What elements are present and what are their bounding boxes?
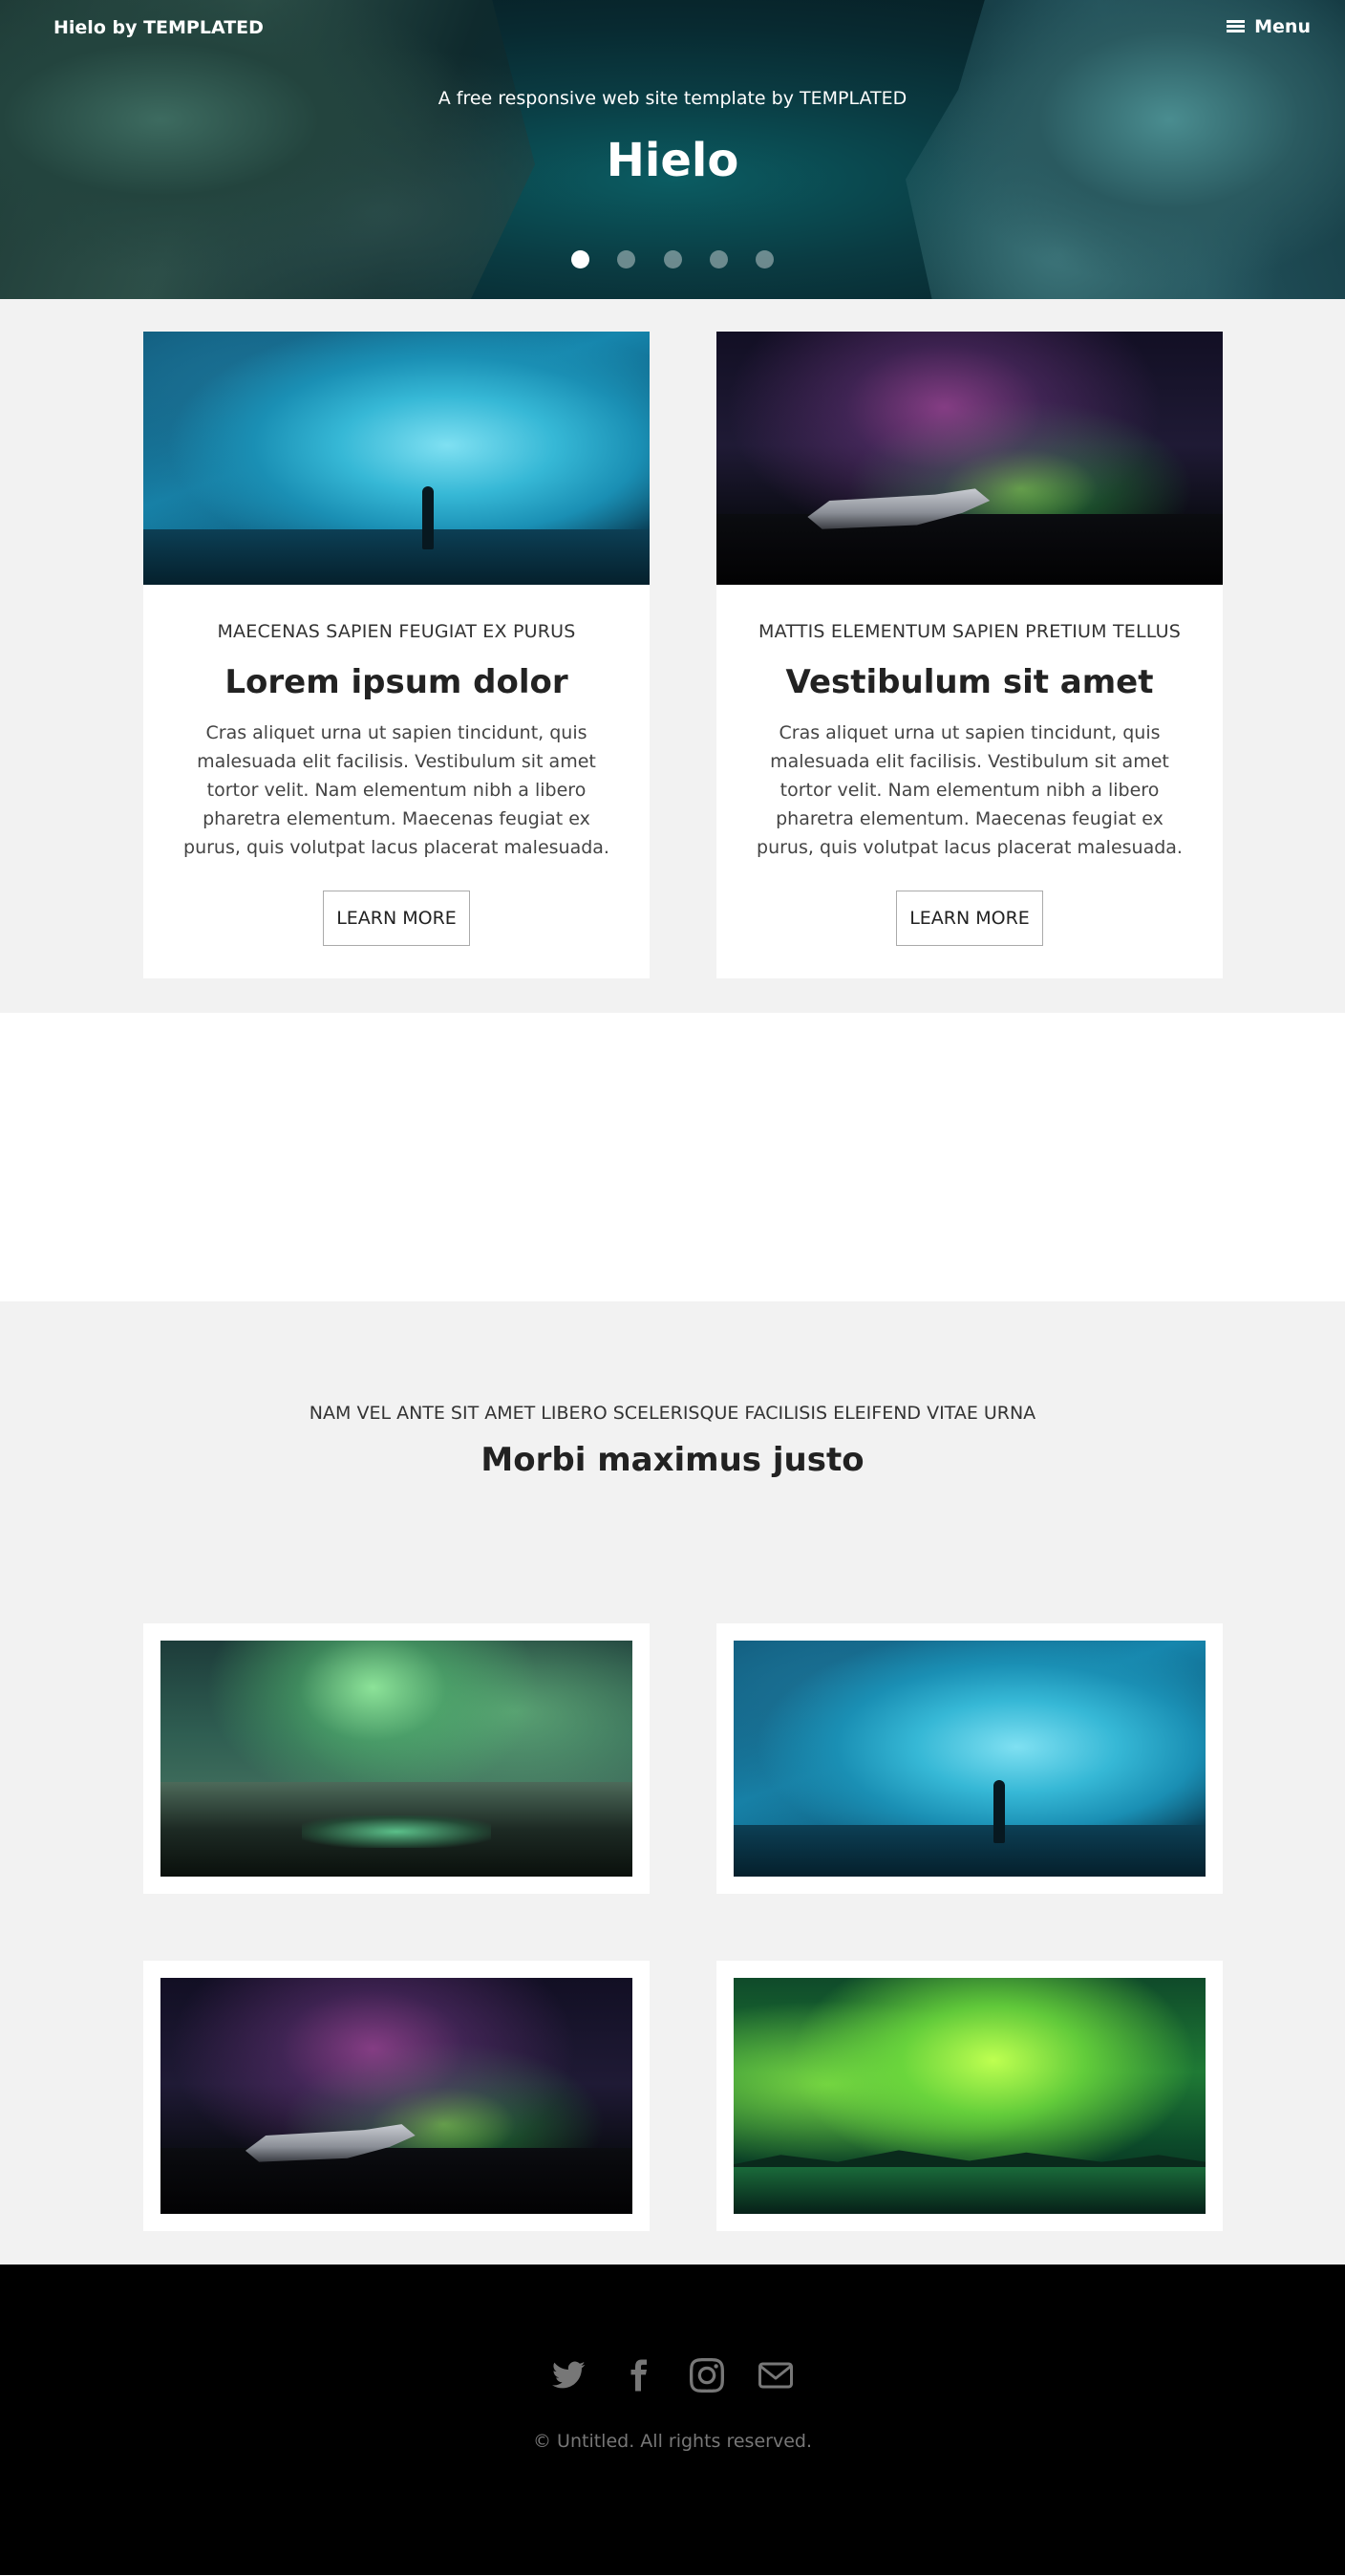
feature-text: Cras aliquet urna ut sapien tincidunt, q… <box>757 722 1183 858</box>
feature-text: Cras aliquet urna ut sapien tincidunt, q… <box>183 722 609 858</box>
plane-wreck-aurora-image <box>160 1978 632 2214</box>
feature-title: Vestibulum sit amet <box>785 663 1154 701</box>
facebook-icon[interactable] <box>619 2356 657 2394</box>
envelope-icon[interactable] <box>757 2356 795 2394</box>
plane-wreck-aurora-image <box>716 332 1223 585</box>
instagram-icon[interactable] <box>688 2356 726 2394</box>
footer: © Untitled. All rights reserved. <box>0 2265 1345 2575</box>
gallery-tile[interactable] <box>716 1623 1223 1894</box>
gallery-kicker: NAM VEL ANTE SIT AMET LIBERO SCELERISQUE… <box>309 1403 1036 1424</box>
learn-more-button[interactable]: LEARN MORE <box>896 891 1043 946</box>
slide-dot-4[interactable] <box>709 250 728 268</box>
top-nav: Hielo by TEMPLATED Menu <box>0 0 1345 55</box>
menu-label: Menu <box>1254 16 1311 37</box>
green-aurora-landscape-image <box>160 1641 632 1877</box>
gallery-tile[interactable] <box>143 1961 650 2231</box>
feature-kicker: MATTIS ELEMENTUM SAPIEN PRETIUM TELLUS <box>758 621 1181 642</box>
menu-icon <box>1227 20 1246 33</box>
feature-title: Lorem ipsum dolor <box>224 663 568 701</box>
features-section: MAECENAS SAPIEN FEUGIAT EX PURUS Lorem i… <box>0 299 1345 1013</box>
copyright-text: © Untitled. All rights reserved. <box>533 2431 812 2452</box>
feature-card: MATTIS ELEMENTUM SAPIEN PRETIUM TELLUS V… <box>716 332 1223 978</box>
slider-pagination <box>0 250 1345 272</box>
ice-cave-image <box>734 1641 1206 1877</box>
blank-section <box>0 1013 1345 1301</box>
banner-text: A free responsive web site template by T… <box>0 88 1345 187</box>
feature-card: MAECENAS SAPIEN FEUGIAT EX PURUS Lorem i… <box>143 332 650 978</box>
twitter-icon[interactable] <box>550 2356 588 2394</box>
gallery-tile[interactable] <box>716 1961 1223 2231</box>
slide-dot-2[interactable] <box>617 250 636 268</box>
ice-cave-image <box>143 332 650 585</box>
slide-dot-3[interactable] <box>663 250 682 268</box>
feature-kicker: MAECENAS SAPIEN FEUGIAT EX PURUS <box>217 621 576 642</box>
banner-title: Hielo <box>606 134 739 187</box>
gallery-tile[interactable] <box>143 1623 650 1894</box>
slide-dot-5[interactable] <box>755 250 774 268</box>
social-links <box>0 2356 1345 2394</box>
gallery-section: NAM VEL ANTE SIT AMET LIBERO SCELERISQUE… <box>0 1301 1345 2265</box>
banner-tagline: A free responsive web site template by T… <box>438 88 907 109</box>
learn-more-button[interactable]: LEARN MORE <box>323 891 470 946</box>
menu-button[interactable]: Menu <box>1227 16 1311 37</box>
banner: Hielo by TEMPLATED Menu A free responsiv… <box>0 0 1345 299</box>
site-logo-link[interactable]: Hielo by TEMPLATED <box>53 17 264 38</box>
gallery-title: Morbi maximus justo <box>480 1441 865 1479</box>
slide-dot-1[interactable] <box>571 250 590 268</box>
bright-green-aurora-image <box>734 1978 1206 2214</box>
